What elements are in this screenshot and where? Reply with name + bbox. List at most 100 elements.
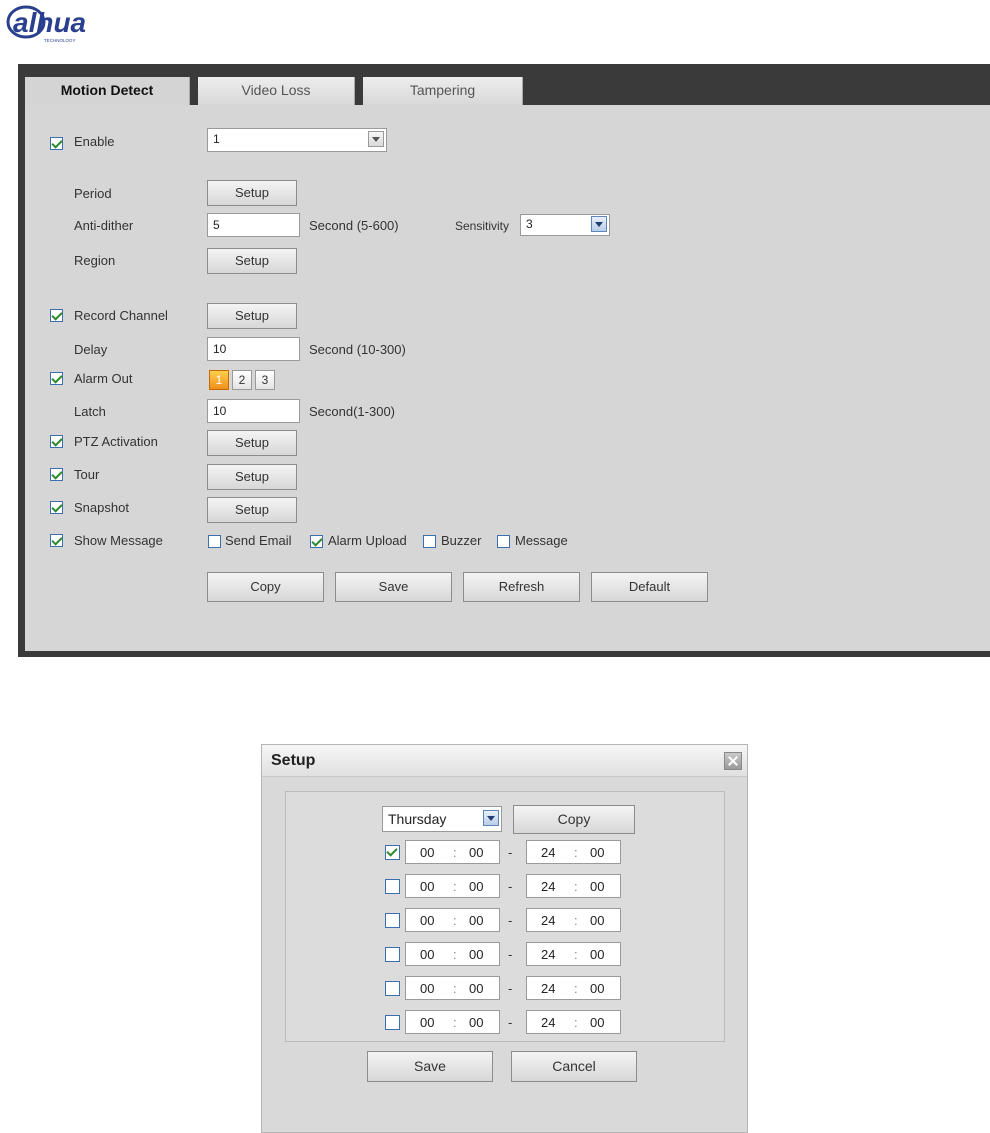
period-4-checkbox[interactable] <box>385 947 400 962</box>
tab-video-loss[interactable]: Video Loss <box>198 77 355 105</box>
tour-setup-button[interactable]: Setup <box>207 464 297 490</box>
period-1-end-time[interactable]: 24:00 <box>526 840 621 864</box>
time-separator: : <box>453 879 457 894</box>
period-4-start-time[interactable]: 00:00 <box>405 942 500 966</box>
send-email-checkbox[interactable] <box>208 535 221 548</box>
period-2-checkbox[interactable] <box>385 879 400 894</box>
period-1-start-time[interactable]: 00:00 <box>405 840 500 864</box>
period-3-start-time[interactable]: 00:00 <box>405 908 500 932</box>
tab-bar: Motion Detect Video Loss Tampering <box>18 64 990 105</box>
period-label: Period <box>74 186 112 201</box>
period-4-end-time-hour: 24 <box>541 947 556 962</box>
snapshot-checkbox[interactable] <box>50 501 63 514</box>
ptz-activation-setup-button[interactable]: Setup <box>207 430 297 456</box>
alarm-upload-checkbox[interactable] <box>310 535 323 548</box>
period-6-end-time-hour: 24 <box>541 1015 556 1030</box>
message-label: Message <box>515 533 568 548</box>
delay-input[interactable]: 10 <box>207 337 300 361</box>
period-2-start-time[interactable]: 00:00 <box>405 874 500 898</box>
time-separator: : <box>453 913 457 928</box>
close-icon[interactable] <box>724 752 742 770</box>
period-4-end-time[interactable]: 24:00 <box>526 942 621 966</box>
period-6-dash: - <box>508 1015 513 1030</box>
alarm-out-1[interactable]: 1 <box>209 370 229 390</box>
period-2-end-time-hour: 24 <box>541 879 556 894</box>
sensitivity-label: Sensitivity <box>455 219 510 233</box>
period-setup-button[interactable]: Setup <box>207 180 297 206</box>
settings-form: Enable 1 Period Setup Anti-dither 5 Seco… <box>25 105 990 651</box>
show-message-label: Show Message <box>74 533 163 548</box>
alarm-out-2[interactable]: 2 <box>232 370 252 390</box>
logo-subtext: TECHNOLOGY <box>44 38 76 43</box>
anti-dither-unit: Second (5-600) <box>309 218 399 233</box>
time-separator: : <box>453 1015 457 1030</box>
region-label: Region <box>74 253 116 268</box>
period-3-end-time[interactable]: 24:00 <box>526 908 621 932</box>
period-1-start-time-minute: 00 <box>469 845 484 860</box>
chevron-down-icon <box>483 810 499 826</box>
copy-button[interactable]: Copy <box>207 572 324 602</box>
period-list: Thursday Copy 00:00-24:00 00:00-24:00 00:0… <box>285 791 725 1042</box>
period-4-start-time-hour: 00 <box>420 947 435 962</box>
period-2-start-time-minute: 00 <box>469 879 484 894</box>
period-1-checkbox[interactable] <box>385 845 400 860</box>
sensitivity-select[interactable]: 3 <box>520 214 610 236</box>
show-message-checkbox[interactable] <box>50 534 63 547</box>
message-checkbox[interactable] <box>497 535 510 548</box>
anti-dither-input[interactable]: 5 <box>207 213 300 237</box>
ptz-activation-label: PTZ Activation <box>74 434 158 449</box>
period-5-checkbox[interactable] <box>385 981 400 996</box>
period-3-dash: - <box>508 913 513 928</box>
ptz-activation-checkbox[interactable] <box>50 435 63 448</box>
chevron-down-icon <box>368 131 384 147</box>
latch-label: Latch <box>74 404 106 419</box>
period-6-checkbox[interactable] <box>385 1015 400 1030</box>
period-6-end-time[interactable]: 24:00 <box>526 1010 621 1034</box>
anti-dither-label: Anti-dither <box>74 218 134 233</box>
period-1-dash: - <box>508 845 513 860</box>
save-button[interactable]: Save <box>335 572 452 602</box>
region-setup-button[interactable]: Setup <box>207 248 297 274</box>
time-separator: : <box>574 845 578 860</box>
tab-tampering[interactable]: Tampering <box>363 77 523 105</box>
alarm-out-checkbox[interactable] <box>50 372 63 385</box>
motion-detect-panel: Motion Detect Video Loss Tampering Enabl… <box>18 64 990 657</box>
snapshot-setup-button[interactable]: Setup <box>207 497 297 523</box>
tour-checkbox[interactable] <box>50 468 63 481</box>
period-2-end-time[interactable]: 24:00 <box>526 874 621 898</box>
time-separator: : <box>574 981 578 996</box>
period-1-end-time-hour: 24 <box>541 845 556 860</box>
day-select-value: Thursday <box>388 811 447 827</box>
enable-checkbox[interactable] <box>50 137 63 150</box>
time-separator: : <box>574 947 578 962</box>
period-6-start-time[interactable]: 00:00 <box>405 1010 500 1034</box>
alarm-out-3[interactable]: 3 <box>255 370 275 390</box>
period-5-end-time[interactable]: 24:00 <box>526 976 621 1000</box>
period-1-end-time-minute: 00 <box>590 845 605 860</box>
snapshot-label: Snapshot <box>74 500 129 515</box>
period-5-start-time[interactable]: 00:00 <box>405 976 500 1000</box>
buzzer-checkbox[interactable] <box>423 535 436 548</box>
day-select[interactable]: Thursday <box>382 806 502 832</box>
period-2-end-time-minute: 00 <box>590 879 605 894</box>
tab-motion-detect[interactable]: Motion Detect <box>25 77 190 105</box>
latch-input[interactable]: 10 <box>207 399 300 423</box>
record-channel-setup-button[interactable]: Setup <box>207 303 297 329</box>
alarm-upload-label: Alarm Upload <box>328 533 407 548</box>
period-5-dash: - <box>508 981 513 996</box>
period-5-end-time-minute: 00 <box>590 981 605 996</box>
period-3-checkbox[interactable] <box>385 913 400 928</box>
refresh-button[interactable]: Refresh <box>463 572 580 602</box>
period-4-end-time-minute: 00 <box>590 947 605 962</box>
channel-select[interactable]: 1 <box>207 128 387 152</box>
dialog-cancel-button[interactable]: Cancel <box>511 1051 637 1082</box>
dialog-copy-button[interactable]: Copy <box>513 805 635 834</box>
record-channel-checkbox[interactable] <box>50 309 63 322</box>
logo-text: alhua <box>13 7 86 38</box>
period-3-start-time-hour: 00 <box>420 913 435 928</box>
time-separator: : <box>453 845 457 860</box>
period-4-start-time-minute: 00 <box>469 947 484 962</box>
dialog-save-button[interactable]: Save <box>367 1051 493 1082</box>
buzzer-label: Buzzer <box>441 533 482 548</box>
default-button[interactable]: Default <box>591 572 708 602</box>
